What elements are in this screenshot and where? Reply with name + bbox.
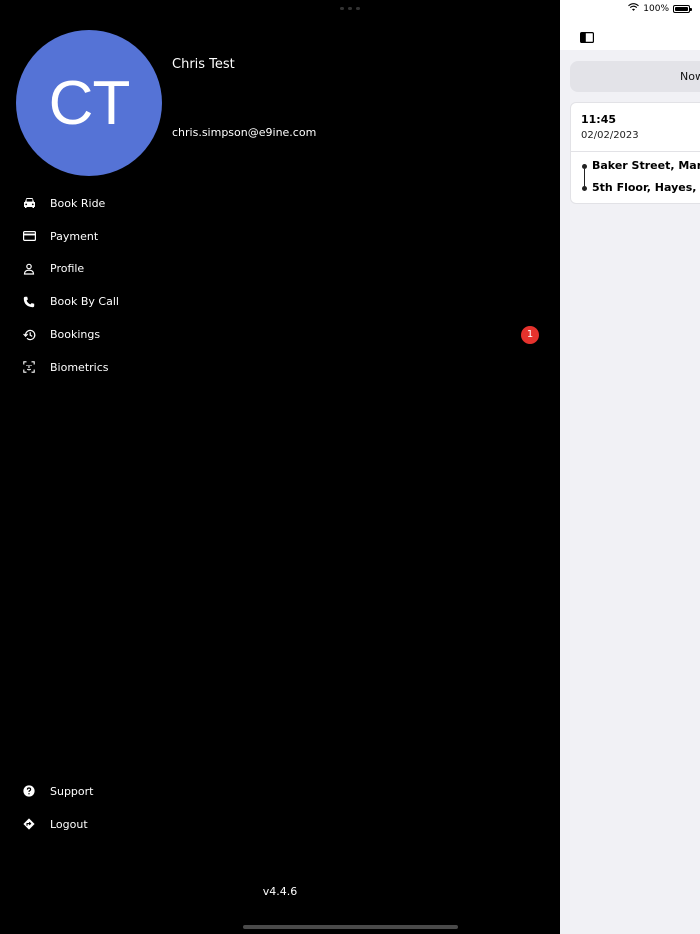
wifi-icon <box>628 3 640 14</box>
home-indicator <box>243 925 458 929</box>
menu-item-label: Book By Call <box>50 295 119 309</box>
drawer-bottom-menu: Support Logout <box>0 775 560 841</box>
user-email: chris.simpson@e9ine.com <box>172 126 317 139</box>
side-drawer: CT Chris Test chris.simpson@e9ine.com Bo… <box>0 0 560 934</box>
avatar[interactable]: CT <box>16 30 162 176</box>
menu-item-label: Support <box>50 784 94 798</box>
help-icon <box>22 784 36 798</box>
top-bar: 100% <box>560 0 700 50</box>
now-button[interactable]: Now <box>570 61 700 92</box>
menu-item-book-by-call[interactable]: Book By Call <box>0 285 560 318</box>
user-name: Chris Test <box>172 57 235 72</box>
face-id-icon <box>22 360 36 374</box>
history-icon <box>22 328 36 342</box>
multitask-handle[interactable] <box>340 7 360 10</box>
phone-icon <box>22 295 36 309</box>
app-version: v4.4.6 <box>262 885 298 898</box>
menu-item-label: Biometrics <box>50 360 109 374</box>
menu-item-label: Payment <box>50 229 99 243</box>
menu-item-bookings[interactable]: Bookings 1 <box>0 318 560 351</box>
booking-date: 02/02/2023 <box>581 130 639 141</box>
dropoff-address: 5th Floor, Hayes, UB3 <box>592 181 700 194</box>
booking-time: 11:45 <box>581 113 617 126</box>
menu-item-label: Logout <box>50 817 88 831</box>
sidebar-toggle-icon[interactable] <box>580 28 595 44</box>
menu-item-label: Book Ride <box>50 196 106 210</box>
car-icon <box>22 196 36 210</box>
status-bar: 100% <box>628 3 692 14</box>
logout-icon <box>22 817 36 831</box>
battery-percentage: 100% <box>643 3 669 14</box>
menu-item-payment[interactable]: Payment <box>0 220 560 253</box>
dropoff-dot-icon <box>582 186 587 191</box>
card-divider <box>571 151 700 152</box>
booking-card[interactable]: 11:45 02/02/2023 Baker Street, Marylebon… <box>570 102 700 204</box>
menu-item-label: Bookings <box>50 328 101 342</box>
main-content: 100% Now 11:45 02/02/2023 Baker Street, … <box>560 0 700 934</box>
person-icon <box>22 262 36 276</box>
pickup-address: Baker Street, Marylebone <box>592 159 700 172</box>
credit-card-icon <box>22 229 36 243</box>
menu-item-biometrics[interactable]: Biometrics <box>0 351 560 384</box>
menu-item-label: Profile <box>50 262 85 276</box>
menu-item-book-ride[interactable]: Book Ride <box>0 187 560 220</box>
notification-badge: 1 <box>521 325 539 344</box>
route-line <box>584 169 585 187</box>
menu-item-support[interactable]: Support <box>0 775 560 808</box>
menu-item-profile[interactable]: Profile <box>0 253 560 286</box>
menu-item-logout[interactable]: Logout <box>0 808 560 841</box>
battery-icon <box>673 4 692 13</box>
drawer-menu: Book Ride Payment Profile Book By Call B… <box>0 187 560 384</box>
